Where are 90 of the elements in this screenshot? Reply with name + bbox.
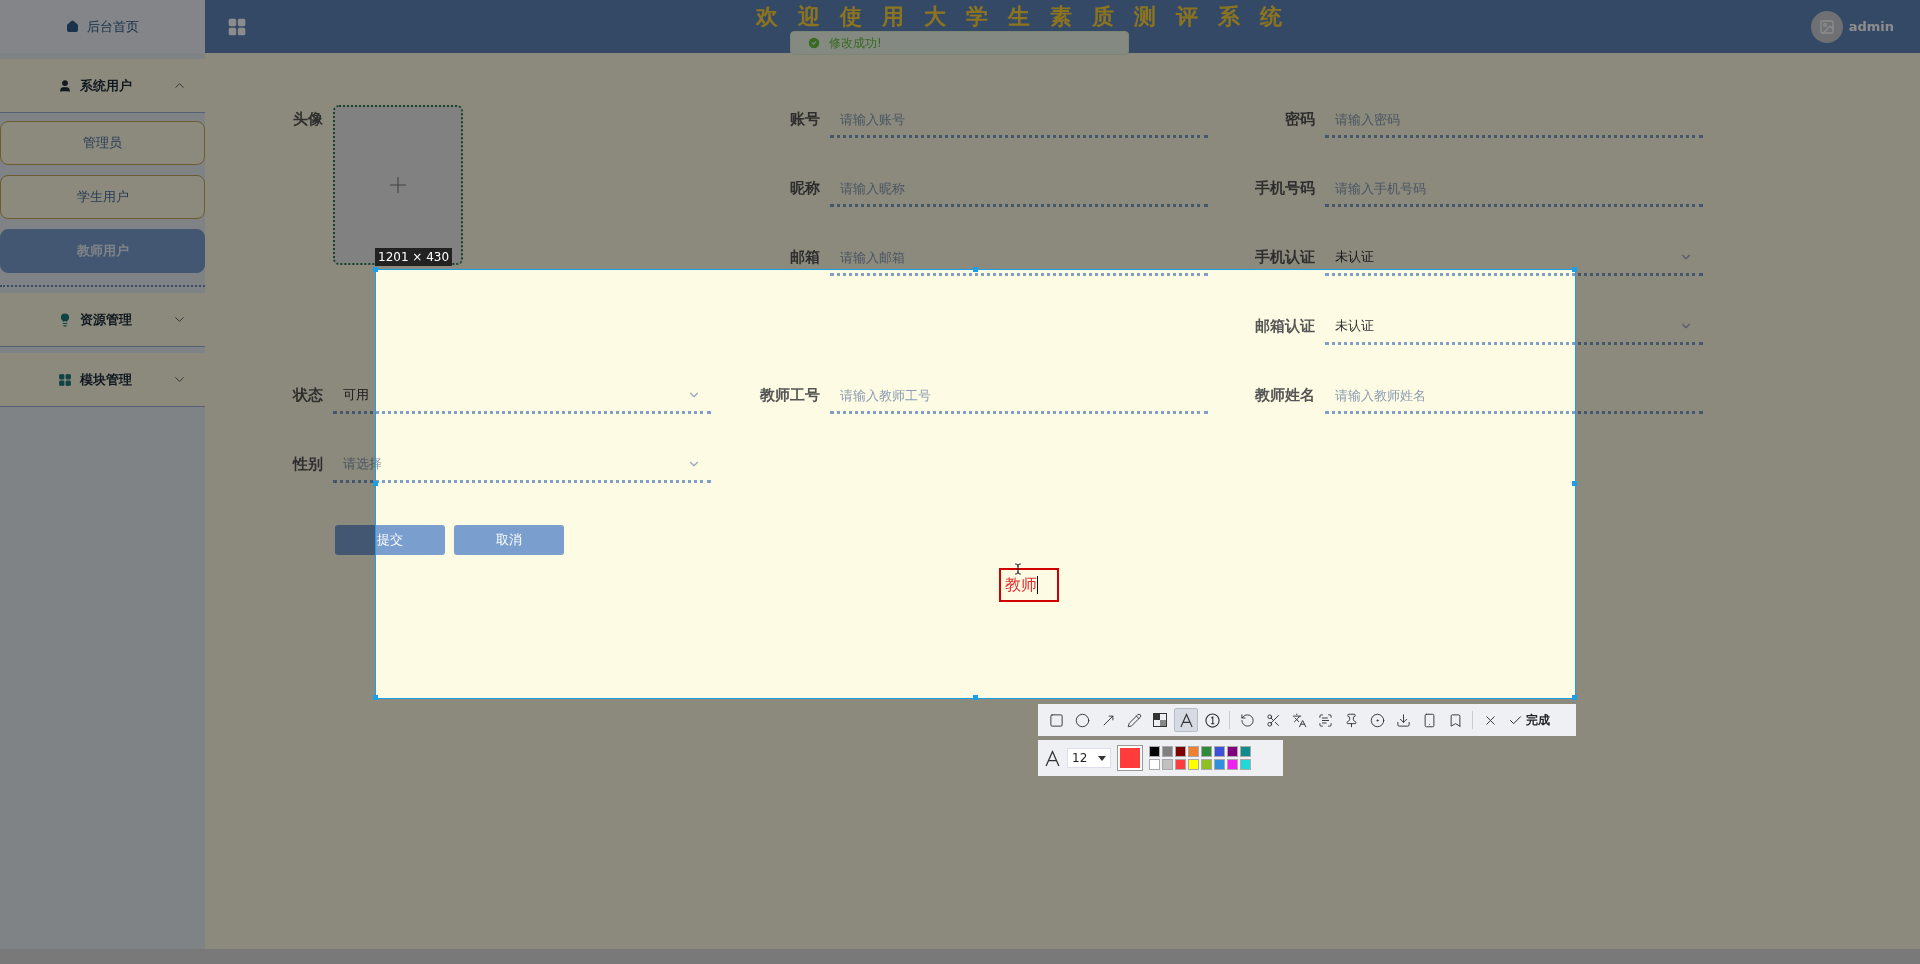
user-name: admin [1848, 19, 1894, 34]
field-label: 教师姓名 [1255, 386, 1315, 405]
phone-icon [1421, 712, 1437, 728]
cancel-button[interactable]: 取消 [454, 525, 564, 555]
select-field[interactable]: 未认证 [1325, 310, 1703, 345]
resize-handle[interactable] [373, 267, 378, 272]
color-swatch[interactable] [1188, 759, 1199, 770]
image-icon [1818, 18, 1835, 35]
finish-button[interactable]: 完成 [1504, 708, 1554, 732]
resize-handle[interactable] [373, 481, 378, 486]
undo-icon [1239, 712, 1255, 728]
sidebar-group[interactable]: 资源管理 [0, 293, 205, 347]
numbered-marker-icon [1204, 712, 1220, 728]
text-caret [1037, 576, 1038, 594]
field-label: 账号 [790, 110, 820, 129]
sidebar-group[interactable]: 模块管理 [0, 353, 205, 407]
field-label: 性别 [293, 455, 323, 474]
color-swatch[interactable] [1227, 759, 1238, 770]
resize-handle[interactable] [1572, 481, 1577, 486]
bulb-icon [58, 312, 72, 327]
field-label: 密码 [1285, 110, 1315, 129]
color-swatch[interactable] [1240, 759, 1251, 770]
color-swatch[interactable] [1175, 746, 1186, 757]
download-icon [1395, 712, 1411, 728]
text-cursor-icon [1012, 563, 1024, 575]
grid-icon[interactable] [227, 16, 247, 37]
field-label: 昵称 [790, 179, 820, 198]
size-label: 1201 × 430 [375, 248, 453, 266]
pin-icon [1343, 712, 1359, 728]
input-field[interactable]: 请输入账号 [830, 103, 1208, 138]
resize-handle[interactable] [972, 267, 978, 272]
input-field[interactable]: 请输入教师工号 [830, 379, 1208, 414]
text-tool-icon [1178, 712, 1194, 728]
caret-icon [1098, 755, 1106, 761]
color-swatch[interactable] [1175, 759, 1186, 770]
scan-text-icon [1317, 712, 1333, 728]
home-icon [66, 20, 79, 33]
app-title: 欢迎使用大学生素质测评系统 [754, 3, 1303, 31]
sidebar-item[interactable]: 学生用户 [0, 175, 205, 219]
field-label: 头像 [293, 110, 323, 129]
color-swatch[interactable] [1214, 746, 1225, 757]
record-icon [1369, 712, 1385, 728]
color-swatch[interactable] [1227, 746, 1238, 757]
input-field[interactable]: 请输入昵称 [830, 172, 1208, 207]
user-avatar[interactable] [1810, 10, 1843, 43]
resize-handle[interactable] [1572, 267, 1577, 272]
scissors-icon [1265, 712, 1281, 728]
sidebar-item[interactable]: 管理员 [0, 121, 205, 165]
field-label: 手机认证 [1255, 248, 1315, 267]
field-label: 状态 [293, 386, 323, 405]
color-swatch[interactable] [1201, 746, 1212, 757]
grid-icon [58, 372, 72, 387]
color-swatch[interactable] [1162, 759, 1173, 770]
submit-button[interactable]: 提交 [335, 525, 445, 555]
color-swatch[interactable] [1214, 759, 1225, 770]
translate-icon [1291, 712, 1307, 728]
resize-handle[interactable] [972, 695, 978, 700]
current-color-swatch[interactable] [1117, 745, 1143, 771]
color-swatch[interactable] [1149, 759, 1160, 770]
color-swatch[interactable] [1201, 759, 1212, 770]
toast-message: 修改成功! [829, 34, 882, 52]
font-size-select[interactable]: 12 [1067, 748, 1111, 768]
circle-icon [1074, 712, 1090, 728]
select-field[interactable]: 未认证 [1325, 241, 1703, 276]
resize-handle[interactable] [1572, 695, 1577, 700]
pencil-icon [1126, 712, 1142, 728]
field-label: 手机号码 [1255, 179, 1315, 198]
input-field[interactable]: 请输入邮箱 [830, 241, 1208, 276]
check-circle-icon [807, 36, 821, 50]
input-field[interactable]: 请输入密码 [1325, 103, 1703, 138]
mosaic-icon [1153, 713, 1167, 727]
text-tool-icon [1044, 749, 1061, 767]
color-swatch[interactable] [1149, 746, 1160, 757]
resize-handle[interactable] [373, 695, 378, 700]
text-tool-button[interactable] [1174, 708, 1198, 732]
text-annotation[interactable]: 教师 [999, 568, 1059, 602]
bookmark-icon [1447, 712, 1463, 728]
input-field[interactable]: 请输入教师姓名 [1325, 379, 1703, 414]
color-swatch[interactable] [1240, 746, 1251, 757]
select-field[interactable]: 可用 [333, 379, 711, 414]
sidebar-group[interactable]: 系统用户 [0, 59, 205, 113]
field-label: 邮箱 [790, 248, 820, 267]
field-label: 邮箱认证 [1255, 317, 1315, 336]
input-field[interactable]: 请输入手机号码 [1325, 172, 1703, 207]
avatar-upload[interactable] [333, 105, 463, 265]
color-swatch[interactable] [1162, 746, 1173, 757]
rectangle-icon [1048, 712, 1064, 728]
user-icon [58, 78, 72, 93]
field-label: 教师工号 [760, 386, 820, 405]
color-swatch[interactable] [1188, 746, 1199, 757]
